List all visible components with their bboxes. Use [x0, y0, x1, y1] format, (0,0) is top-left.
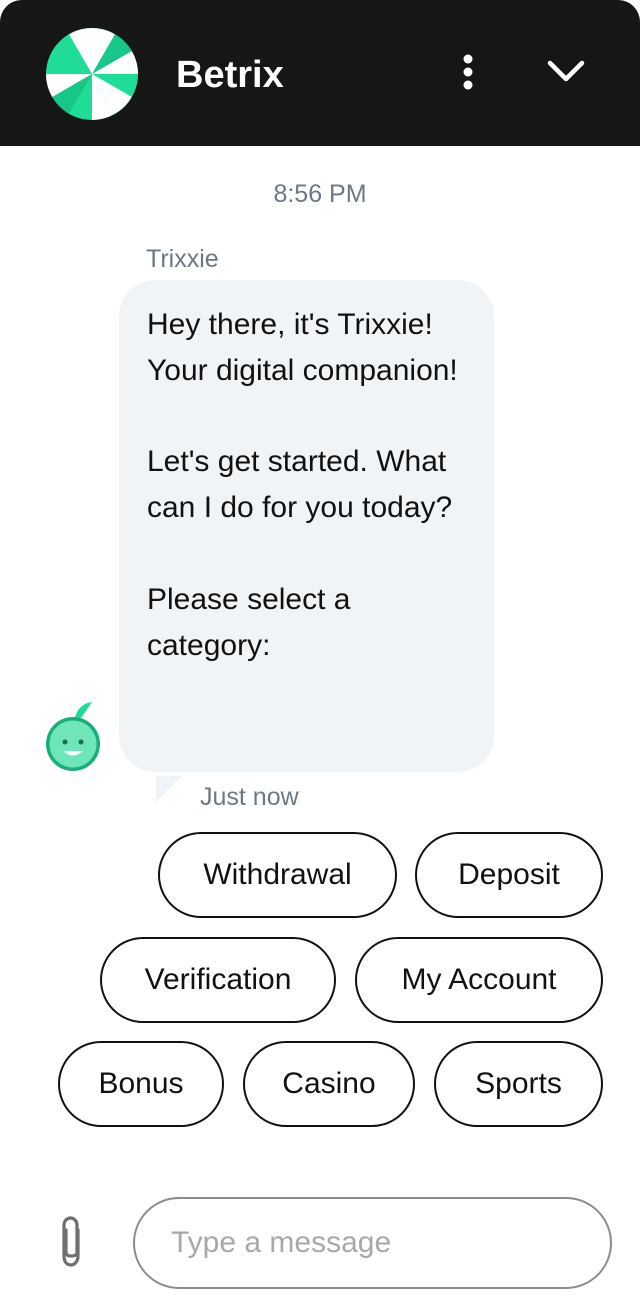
quick-reply-verification[interactable]: Verification — [100, 937, 336, 1023]
quick-reply-sports[interactable]: Sports — [434, 1041, 603, 1127]
brand-title: Betrix — [176, 54, 284, 96]
chat-header: Betrix — [0, 0, 640, 146]
attach-file-button[interactable] — [54, 1214, 90, 1270]
sender-name: Trixxie — [146, 245, 219, 273]
quick-reply-bonus[interactable]: Bonus — [58, 1041, 224, 1127]
more-options-button[interactable] — [448, 50, 488, 94]
message-paragraph: Hey there, it's Trixxie! Your digital co… — [147, 308, 458, 387]
bubble-tail — [156, 776, 182, 802]
message-input-container — [133, 1197, 612, 1289]
quick-reply-withdrawal[interactable]: Withdrawal — [158, 832, 397, 918]
message-paragraph: Please select a category: — [147, 582, 351, 662]
trixxie-bot-avatar-icon — [46, 702, 100, 771]
betrix-wheel-logo-icon — [46, 28, 138, 120]
message-input[interactable] — [171, 1199, 591, 1287]
chat-widget: Betrix 8:56 PM Trixxie Hey there, it's T… — [0, 0, 640, 1316]
chevron-down-icon — [547, 60, 585, 82]
quick-reply-casino[interactable]: Casino — [243, 1041, 415, 1127]
conversation-timestamp: 8:56 PM — [273, 180, 367, 208]
quick-reply-my-account[interactable]: My Account — [355, 937, 603, 1023]
message-paragraph: Let's get started. What can I do for you… — [147, 445, 453, 525]
quick-reply-deposit[interactable]: Deposit — [415, 832, 603, 918]
collapse-chat-button[interactable] — [540, 50, 592, 94]
bot-message-bubble: Hey there, it's Trixxie! Your digital co… — [119, 280, 494, 772]
message-time: Just now — [200, 783, 299, 811]
paperclip-icon — [62, 1216, 80, 1267]
more-vertical-icon — [463, 54, 473, 90]
